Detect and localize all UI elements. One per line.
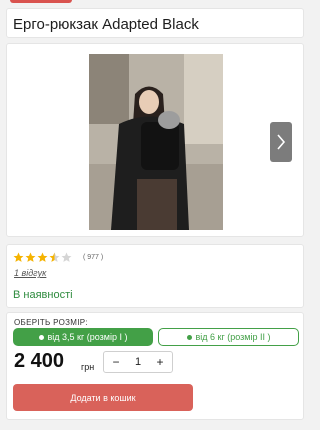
star-icon (49, 252, 60, 262)
rating-count: ( 977 ) (83, 254, 104, 261)
star-icon (13, 252, 24, 262)
quantity-value[interactable]: 1 (135, 356, 141, 368)
radio-dot-icon (186, 334, 192, 340)
product-photo[interactable] (89, 54, 223, 230)
size-label: ОБЕРІТЬ РОЗМІР: (14, 318, 88, 327)
product-gallery (6, 43, 304, 237)
quantity-stepper: − 1 + (103, 351, 173, 373)
add-to-cart-button[interactable]: Додати в кошик (13, 384, 193, 411)
title-card: Ерго-рюкзак Adapted Black (6, 8, 304, 38)
purchase-panel: ОБЕРІТЬ РОЗМІР: від 3,5 кг (розмір I ) в… (6, 312, 304, 420)
size-option-1[interactable]: від 3,5 кг (розмір I ) (13, 328, 153, 346)
size-option-label: від 6 кг (розмір II ) (195, 332, 271, 342)
product-info: ( 977 ) 1 відгук В наявності (6, 244, 304, 308)
radio-dot-icon (38, 334, 44, 340)
chevron-right-icon (277, 134, 286, 150)
product-title: Ерго-рюкзак Adapted Black (13, 16, 199, 33)
decrease-quantity-button[interactable]: − (110, 355, 122, 369)
star-icon (25, 252, 36, 262)
price-amount: 2 400 (14, 350, 65, 372)
product-photo-illustration (89, 54, 223, 230)
star-icon (61, 252, 72, 262)
size-option-label: від 3,5 кг (розмір I ) (47, 332, 128, 342)
accent-strip (10, 0, 72, 3)
increase-quantity-button[interactable]: + (154, 355, 166, 369)
availability-status: В наявності (13, 289, 73, 301)
price-currency: грн (81, 362, 95, 372)
star-icon (37, 252, 48, 262)
size-option-2[interactable]: від 6 кг (розмір II ) (158, 328, 299, 346)
gallery-next-button[interactable] (270, 122, 292, 162)
top-bar (0, 0, 310, 8)
reviews-link[interactable]: 1 відгук (14, 268, 46, 278)
rating-stars (13, 252, 72, 263)
